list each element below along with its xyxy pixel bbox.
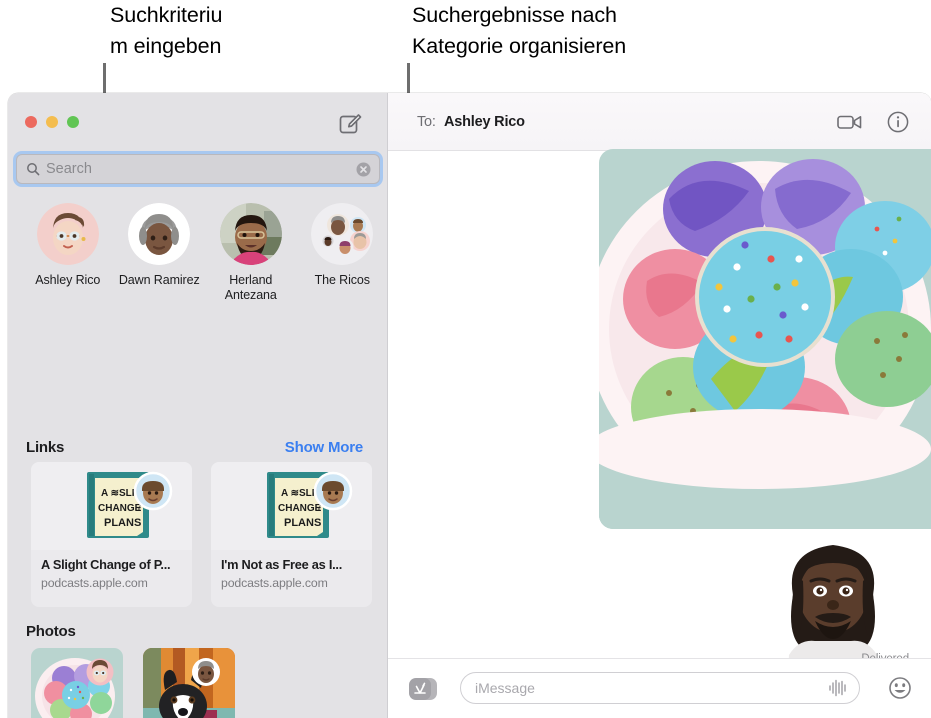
search-field[interactable]	[16, 154, 380, 184]
link-metadata: I'm Not as Free as I... podcasts.apple.c…	[211, 550, 372, 590]
info-icon[interactable]	[885, 109, 911, 135]
compose-icon[interactable]	[337, 110, 363, 136]
link-result-card[interactable]: A ≋SLIGHT≋ CHANGE of PLANS A Slight Chan…	[31, 462, 192, 607]
minimize-window-button[interactable]	[46, 116, 58, 128]
search-input[interactable]	[46, 161, 356, 177]
to-label: To:	[417, 114, 436, 130]
contact-name: Herland Antezana	[224, 273, 277, 302]
messages-window: Ashley Rico	[8, 93, 931, 718]
link-domain: podcasts.apple.com	[41, 576, 148, 590]
conversation-toolbar: To: Ashley Rico	[388, 93, 931, 151]
contact-result-dawn-ramirez[interactable]: Dawn Ramirez	[114, 203, 206, 313]
contact-name: Ashley Rico	[35, 273, 101, 287]
avatar	[36, 203, 99, 265]
section-header-photos: Photos	[26, 623, 76, 640]
svg-text:of: of	[315, 506, 321, 513]
emoji-smiley-icon[interactable]	[887, 675, 913, 701]
avatar	[219, 203, 282, 265]
contact-result-the-ricos[interactable]: The Ricos	[297, 203, 388, 313]
photo-result-thumbnail[interactable]	[143, 648, 235, 718]
sidebar: Ashley Rico	[8, 93, 388, 718]
app-store-icon[interactable]	[407, 675, 441, 703]
link-result-card[interactable]: A ≋SLIGHT≋ CHANGE of PLANS I'm Not as Fr…	[211, 462, 372, 607]
link-title: I'm Not as Free as I...	[221, 557, 343, 572]
section-header-links: Links	[26, 439, 65, 456]
show-more-links-button[interactable]: Show More	[285, 439, 363, 456]
link-thumbnail: A ≋SLIGHT≋ CHANGE of PLANS	[31, 462, 192, 550]
audio-waveform-icon[interactable]	[828, 679, 848, 697]
close-window-button[interactable]	[25, 116, 37, 128]
photo-result-thumbnail[interactable]	[31, 648, 123, 718]
avatar	[128, 203, 191, 265]
clear-icon[interactable]	[356, 162, 371, 177]
video-camera-icon[interactable]	[836, 110, 864, 134]
recipient-name[interactable]: Ashley Rico	[444, 114, 525, 130]
link-thumbnail: A ≋SLIGHT≋ CHANGE of PLANS	[211, 462, 372, 550]
message-composer-bar	[388, 658, 931, 718]
contact-name: Dawn Ramirez	[118, 273, 200, 287]
svg-text:PLANS: PLANS	[284, 517, 321, 529]
maximize-window-button[interactable]	[67, 116, 79, 128]
message-photo-attachment[interactable]	[599, 149, 931, 529]
link-title: A Slight Change of P...	[41, 557, 171, 572]
imessage-input[interactable]	[475, 680, 828, 696]
contacts-results-row: Ashley Rico Dawn Ramirez Herland Antezan…	[8, 203, 388, 313]
contact-name: The Ricos	[314, 273, 370, 287]
search-icon	[26, 162, 40, 176]
svg-text:of: of	[135, 506, 141, 513]
avatar	[311, 203, 374, 265]
link-domain: podcasts.apple.com	[221, 576, 328, 590]
link-metadata: A Slight Change of P... podcasts.apple.c…	[31, 550, 192, 590]
screenshot-root: Suchkriteriu m eingeben Suchergebnisse n…	[0, 0, 931, 718]
sidebar-toolbar	[8, 93, 387, 151]
svg-text:PLANS: PLANS	[104, 517, 141, 529]
contact-result-herland-antezana[interactable]: Herland Antezana	[205, 203, 297, 313]
callout-label-search-criteria: Suchkriteriu m eingeben	[110, 3, 223, 58]
conversation-pane: To: Ashley Rico iMessage	[388, 93, 931, 718]
callout-label-categories: Suchergebnisse nach Kategorie organisier…	[412, 3, 627, 58]
message-input-field[interactable]	[460, 672, 860, 704]
contact-result-ashley-rico[interactable]: Ashley Rico	[22, 203, 114, 313]
